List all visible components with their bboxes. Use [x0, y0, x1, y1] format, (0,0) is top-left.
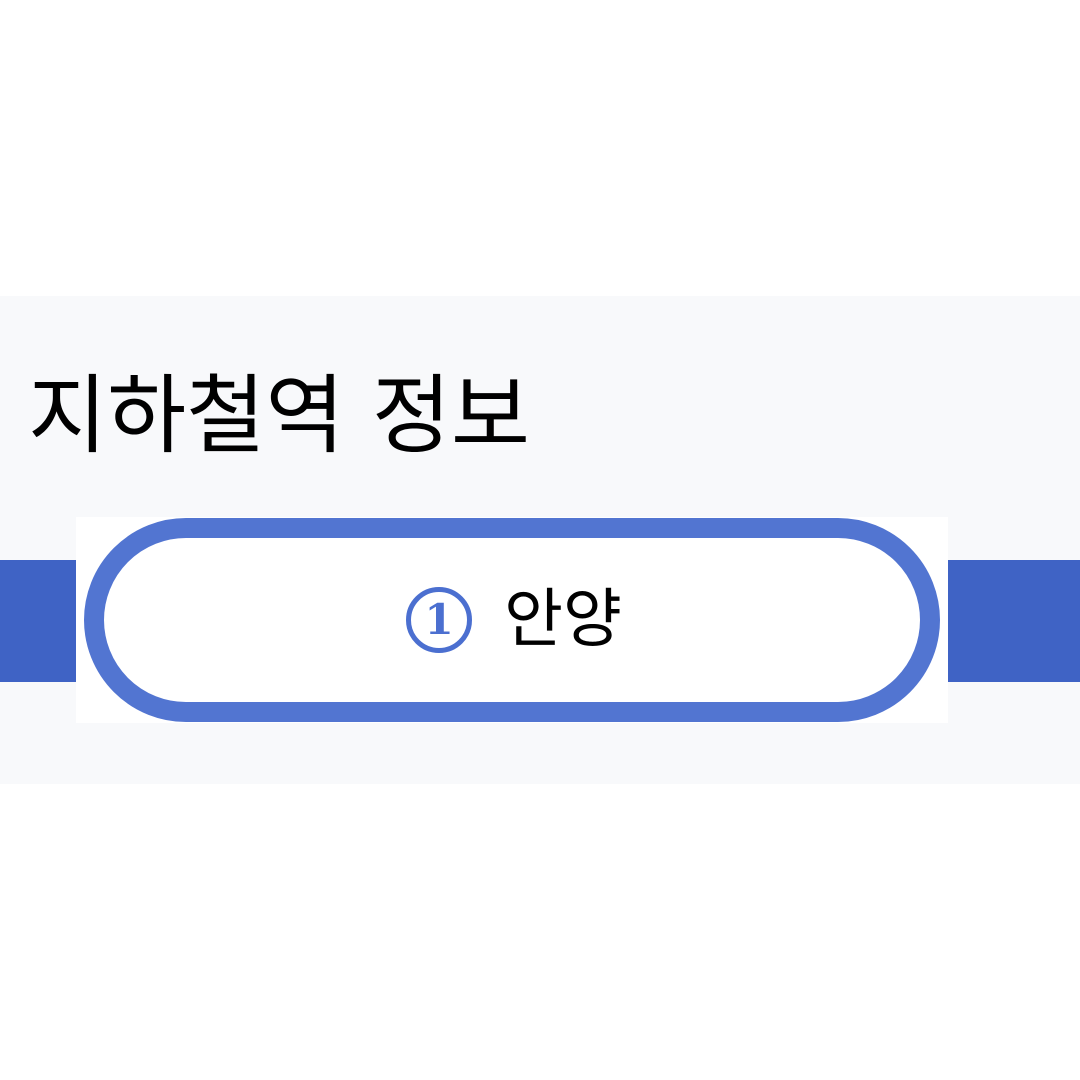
line-number-badge: 1	[406, 587, 473, 653]
subway-station-info-page: 지하철역 정보 1 안양	[0, 0, 1080, 1080]
station-label-group: 1 안양	[406, 584, 622, 656]
section-title: 지하철역 정보	[28, 366, 531, 466]
line-number: 1	[424, 595, 454, 644]
station-name: 안양	[504, 583, 622, 657]
station-pill-button[interactable]: 1 안양	[84, 518, 940, 722]
